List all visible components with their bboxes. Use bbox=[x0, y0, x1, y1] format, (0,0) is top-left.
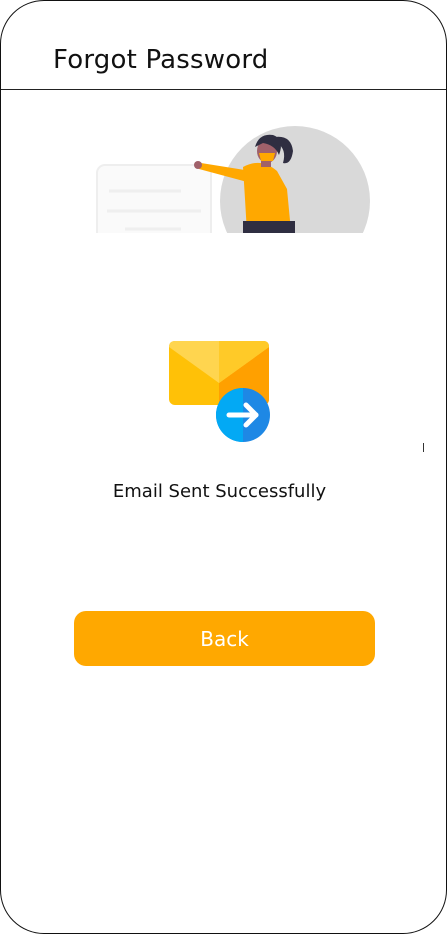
phone-frame: Forgot Password Email Sent Successfully … bbox=[0, 0, 447, 934]
email-sent-icon bbox=[167, 339, 273, 445]
back-button[interactable]: Back bbox=[74, 611, 375, 666]
header: Forgot Password bbox=[1, 1, 446, 90]
text-cursor-mark bbox=[423, 443, 424, 452]
person-presenting-board-icon bbox=[96, 126, 370, 233]
forgot-password-illustration bbox=[91, 119, 381, 233]
page-title: Forgot Password bbox=[53, 45, 269, 75]
status-message: Email Sent Successfully bbox=[112, 481, 327, 502]
